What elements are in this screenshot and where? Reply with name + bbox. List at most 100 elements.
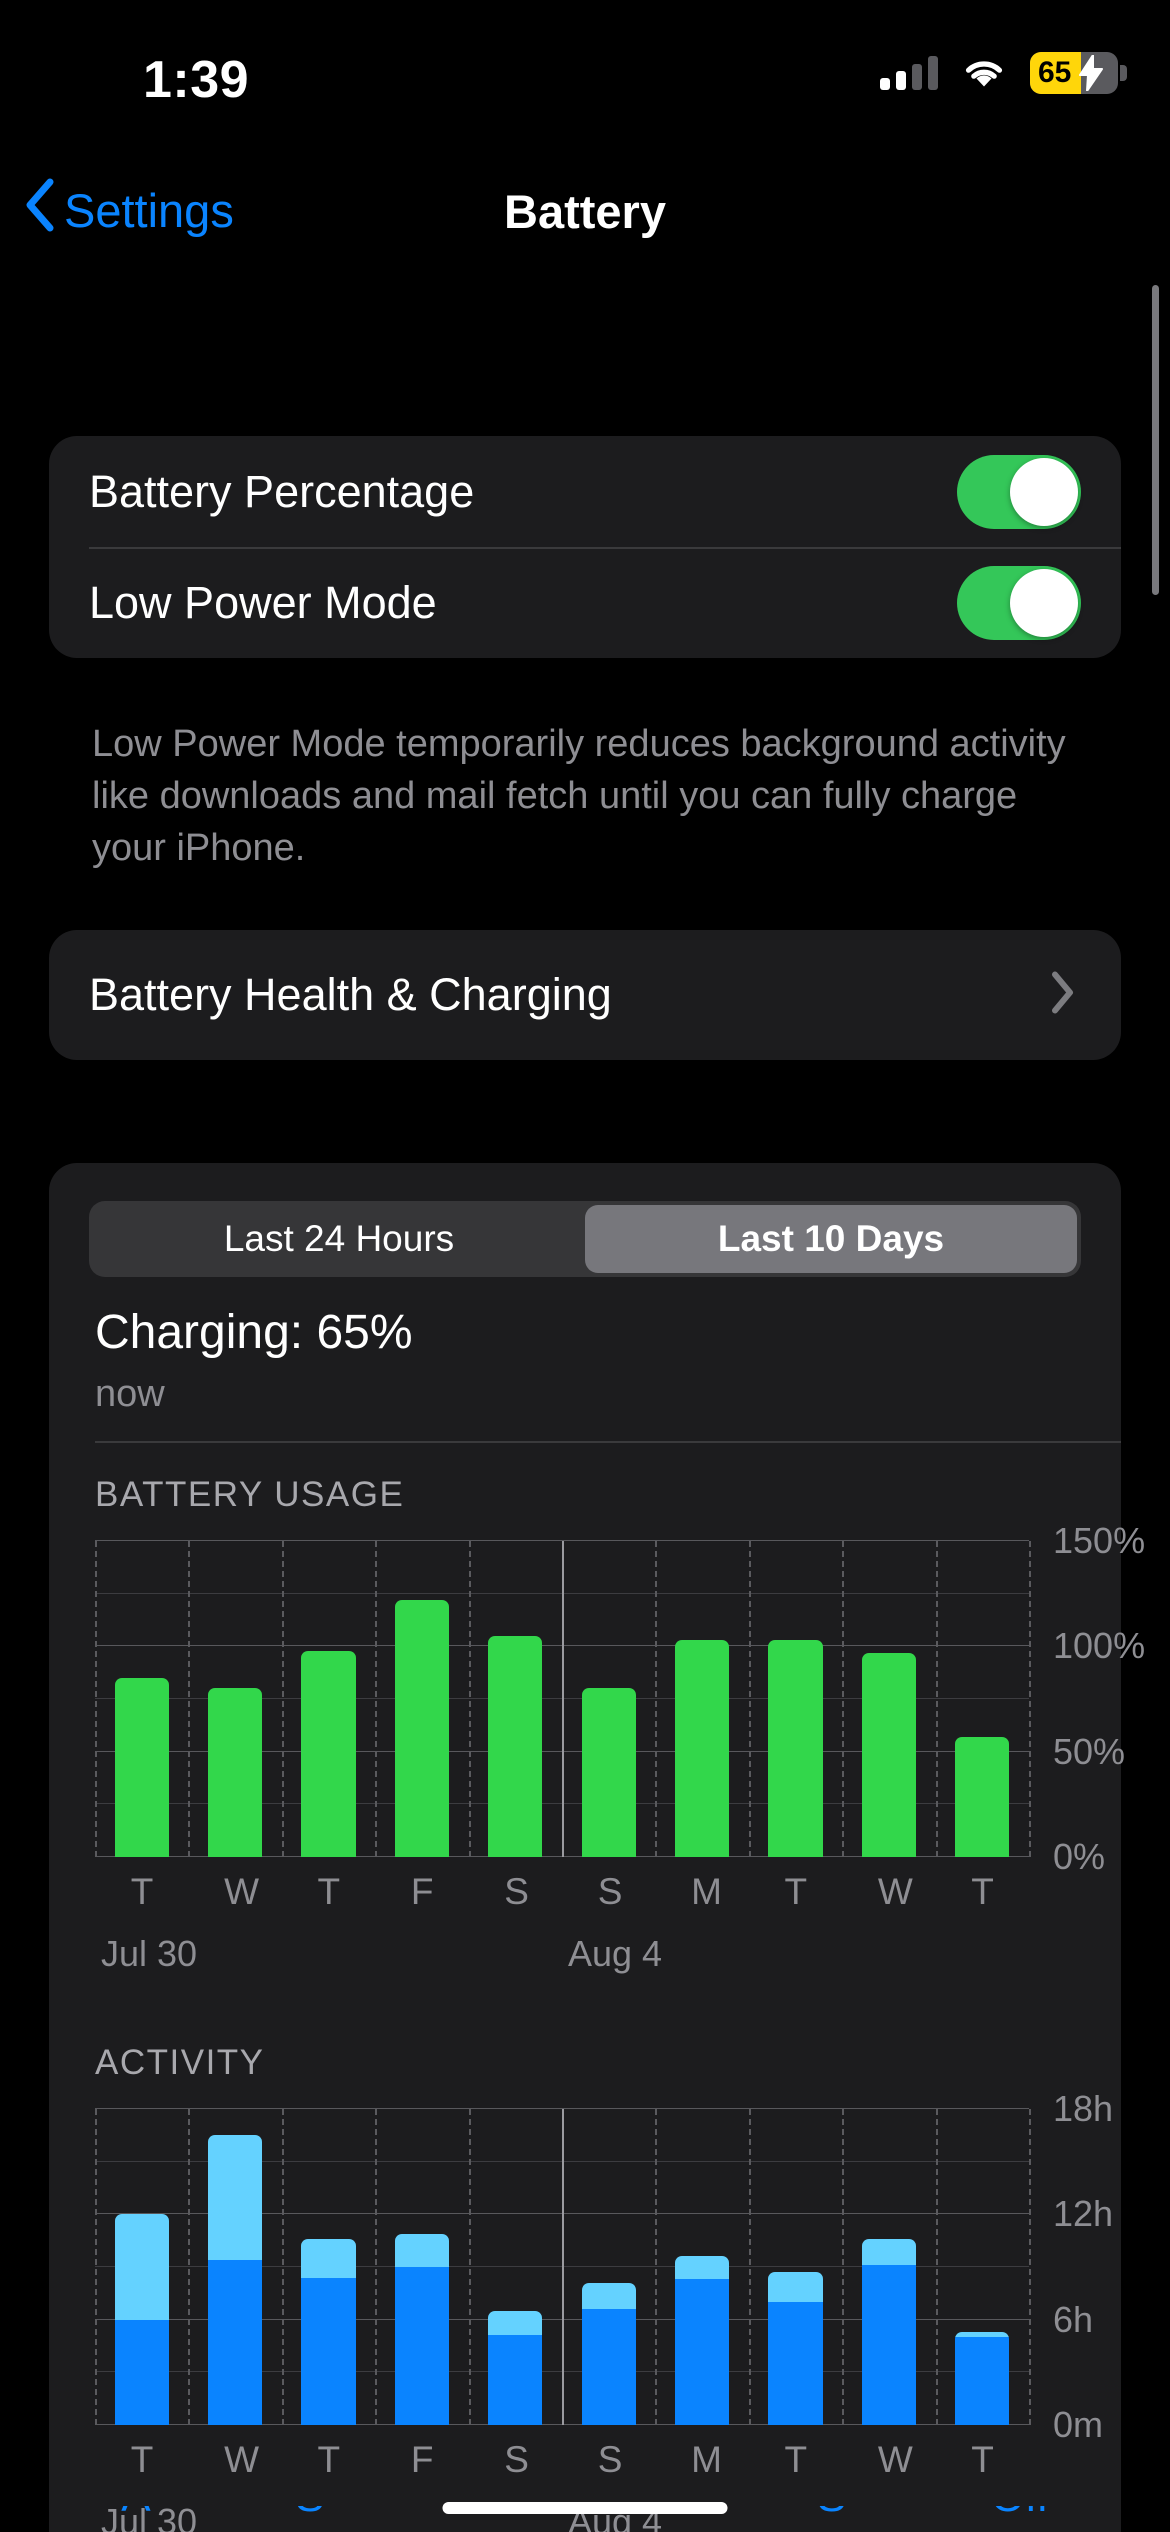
segment-last-24-hours[interactable]: Last 24 Hours [93, 1205, 585, 1273]
battery-usage-chart-title: BATTERY USAGE [95, 1475, 405, 1514]
bar-segment-screen-off [301, 2238, 356, 2278]
x-axis-day-label: M [691, 2439, 722, 2480]
chart-bar [208, 1688, 263, 1857]
x-axis-date-label: Aug 4 [568, 1933, 663, 1974]
y-axis-tick-label: 0m [1053, 2404, 1104, 2445]
bar-segment-screen-off [208, 2135, 263, 2260]
row-low-power-mode[interactable]: Low Power Mode [49, 547, 1121, 658]
battery-icon: 65 [1030, 52, 1127, 96]
chart-bar [768, 1640, 823, 1857]
battery-usage-chart[interactable] [95, 1540, 1031, 1857]
x-axis-day-label: T [317, 2439, 341, 2480]
row-battery-percentage[interactable]: Battery Percentage [49, 436, 1121, 547]
chart-bar [861, 1652, 916, 1857]
bar-segment-screen-on [955, 2337, 1010, 2425]
y-axis-tick-label: 150% [1053, 1520, 1146, 1561]
charging-status-title: Charging: 65% [95, 1306, 413, 1359]
lightning-bolt-icon [1078, 54, 1104, 96]
chart-bar [208, 2135, 263, 2425]
bar-segment-screen-on [581, 2309, 636, 2425]
page-title: Battery [504, 185, 666, 238]
app-usage-link[interactable]: S [295, 2506, 324, 2522]
chart-bar [114, 2214, 169, 2425]
x-axis-day-label: S [504, 1871, 529, 1912]
activity-chart[interactable] [95, 2108, 1031, 2425]
activity-chart-title: ACTIVITY [95, 2043, 265, 2082]
chart-bar [301, 1650, 356, 1857]
x-axis-day-label: T [971, 2439, 994, 2480]
bar-segment-screen-off [675, 2256, 730, 2280]
chart-bar [488, 1635, 543, 1857]
x-axis-day-label: T [784, 2439, 808, 2480]
battery-health-card[interactable]: Battery Health & Charging [49, 930, 1121, 1060]
row-battery-health[interactable]: Battery Health & Charging [49, 930, 1121, 1060]
x-axis-day-label: M [691, 1871, 722, 1912]
gridline-vertical [1029, 2109, 1031, 2425]
bar-segment-screen-off [114, 2214, 169, 2320]
section-divider [95, 1441, 1121, 1443]
gridline-vertical [1029, 1541, 1031, 1857]
y-axis-tick-label: 50% [1053, 1730, 1126, 1772]
x-axis-day-label: F [410, 2439, 434, 2480]
home-indicator[interactable] [442, 2502, 728, 2514]
battery-percent-label: 65 [1038, 56, 1072, 89]
bar-segment-screen-on [208, 2259, 263, 2425]
y-axis-tick-label: 18h [1053, 2088, 1114, 2129]
low-power-mode-toggle[interactable] [957, 565, 1081, 640]
bar-segment-screen-off [394, 2233, 449, 2267]
chart-bar [768, 2272, 823, 2425]
bar-segment-screen-on [861, 2265, 916, 2425]
x-axis-day-label: T [971, 1871, 994, 1912]
chart-bar [581, 1688, 636, 1857]
bar-segment-screen-on [114, 2319, 169, 2425]
x-axis-day-label: T [130, 2439, 154, 2480]
chart-bar [955, 2331, 1010, 2425]
charging-status-subtitle: now [95, 1373, 165, 1415]
battery-usage-bars [95, 1541, 1029, 1857]
battery-health-label: Battery Health & Charging [89, 969, 612, 1020]
battery-settings-screen: 1:39 65 Settings Battery Battery Percent… [0, 0, 1170, 2532]
chart-bar [114, 1677, 169, 1857]
y-axis-tick-label: 100% [1053, 1625, 1146, 1667]
low-power-mode-description: Low Power Mode temporarily reduces backg… [92, 723, 1066, 870]
battery-percentage-label: Battery Percentage [89, 465, 475, 517]
bar-segment-screen-off [861, 2238, 916, 2266]
chart-bar [675, 1640, 730, 1857]
y-axis-tick-label: 6h [1053, 2298, 1094, 2340]
battery-toggles-card: Battery Percentage Low Power Mode [49, 436, 1121, 658]
status-bar: 1:39 65 [0, 0, 1170, 150]
x-axis-day-label: W [224, 2439, 260, 2480]
bar-segment-screen-on [394, 2267, 449, 2425]
bar-segment-screen-off [768, 2272, 823, 2303]
app-usage-link[interactable]: Off [991, 2506, 1049, 2522]
chart-bar [394, 1600, 449, 1857]
app-usage-link[interactable]: A [121, 2506, 150, 2522]
x-axis-day-label: S [504, 2439, 529, 2480]
chart-bar [301, 2238, 356, 2425]
bar-segment-screen-off [488, 2310, 543, 2336]
chart-bar [488, 2310, 543, 2425]
bar-segment-screen-on [301, 2277, 356, 2425]
bar-segment-screen-on [768, 2302, 823, 2425]
bar-segment-screen-off [581, 2282, 636, 2310]
x-axis-day-label: T [317, 1871, 341, 1912]
y-axis-tick-label: 0% [1053, 1836, 1106, 1877]
status-bar-clock: 1:39 [143, 51, 250, 109]
cellular-bars-icon [880, 56, 938, 90]
wifi-icon [962, 57, 1006, 89]
bar-segment-screen-on [488, 2335, 543, 2425]
chart-bar [581, 2282, 636, 2425]
segment-last-10-days[interactable]: Last 10 Days [585, 1205, 1077, 1273]
scrollbar[interactable] [1152, 285, 1159, 595]
battery-percentage-toggle[interactable] [957, 454, 1081, 529]
app-usage-link[interactable]: S [817, 2506, 846, 2522]
low-power-mode-label: Low Power Mode [89, 576, 437, 628]
battery-usage-card: Last 24 Hours Last 10 Days Charging: 65%… [49, 1163, 1145, 2532]
x-axis-day-label: F [410, 1871, 434, 1912]
chart-bar [955, 1736, 1010, 1857]
x-axis-day-label: W [877, 2439, 913, 2480]
time-range-segmented-control[interactable]: Last 24 Hours Last 10 Days [89, 1201, 1081, 1277]
x-axis-day-label: S [597, 2439, 623, 2480]
chevron-right-icon [1051, 971, 1075, 1020]
x-axis-day-label: T [784, 1871, 808, 1912]
